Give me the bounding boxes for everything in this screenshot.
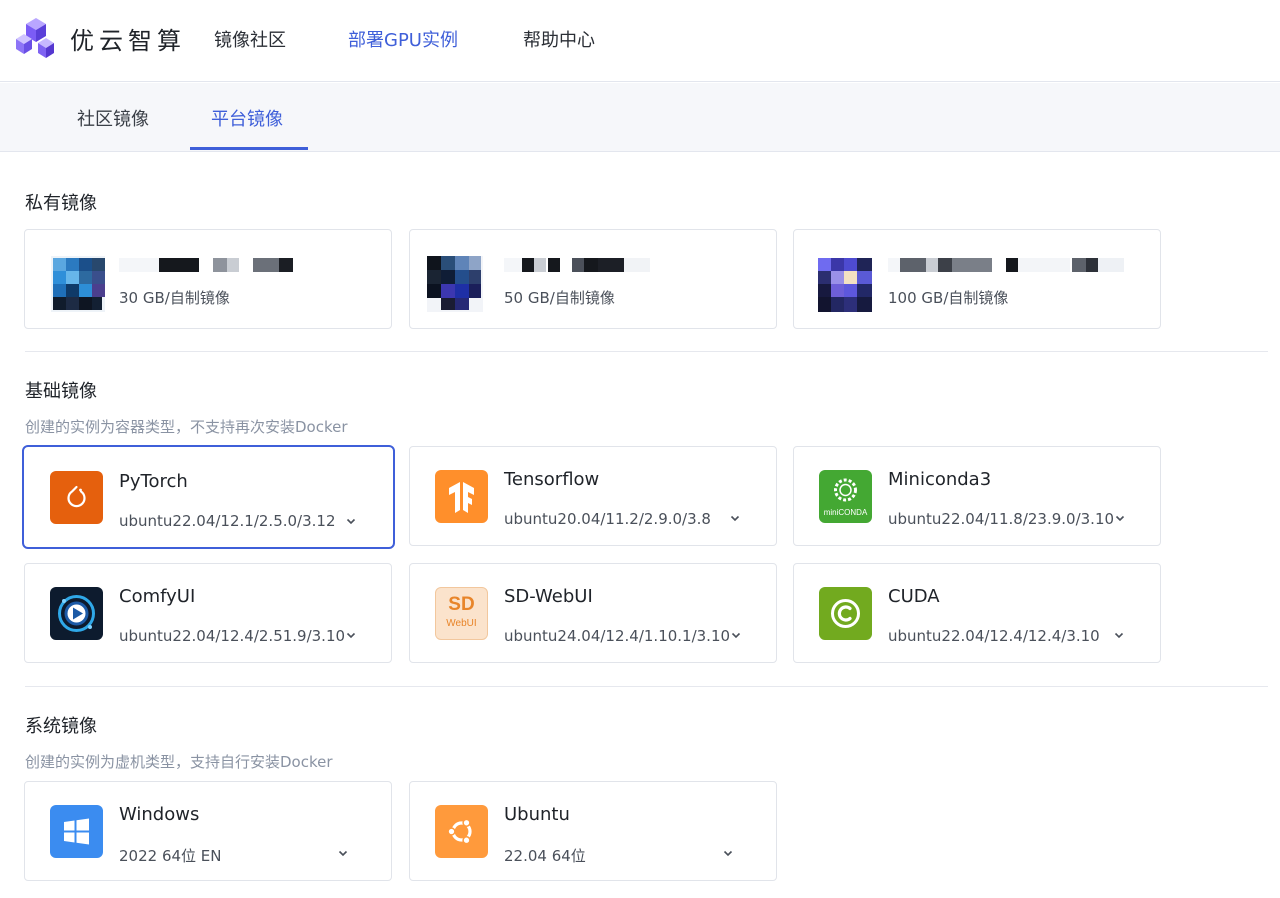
base-section-title: 基础镜像 xyxy=(25,381,97,402)
sd-badge-sub: WebUI xyxy=(446,618,477,629)
image-card-sd-webui[interactable]: SD WebUI SD-WebUI ubuntu24.04/12.4/1.10.… xyxy=(409,563,777,663)
image-version-select[interactable]: 2022 64位 EN xyxy=(119,845,222,866)
image-name: Tensorflow xyxy=(504,469,600,490)
image-version-select[interactable]: ubuntu22.04/11.8/23.9.0/3.10 xyxy=(888,510,1114,528)
image-name: ComfyUI xyxy=(119,586,196,607)
image-tabs: 社区镜像 平台镜像 xyxy=(0,83,1280,152)
section-divider xyxy=(25,686,1268,687)
miniconda-icon: miniCONDA xyxy=(819,470,872,523)
comfyui-icon xyxy=(50,587,103,640)
image-version-select[interactable]: 22.04 64位 xyxy=(504,845,586,866)
cuda-icon xyxy=(819,587,872,640)
image-name: SD-WebUI xyxy=(504,586,593,607)
chevron-down-icon[interactable] xyxy=(344,628,358,642)
section-divider xyxy=(25,351,1268,352)
chevron-down-icon[interactable] xyxy=(336,846,350,860)
private-image-card[interactable]: 100 GB/自制镜像 xyxy=(793,229,1161,329)
sd-badge-main: SD xyxy=(448,594,475,615)
redacted-image-name xyxy=(119,257,299,272)
chevron-down-icon[interactable] xyxy=(729,628,743,642)
base-section-description: 创建的实例为容器类型，不支持再次安装Docker xyxy=(25,418,348,436)
chevron-down-icon[interactable] xyxy=(721,846,735,860)
miniconda-badge-text: miniCONDA xyxy=(823,508,868,517)
private-image-size: 30 GB/自制镜像 xyxy=(119,289,230,307)
image-name: Miniconda3 xyxy=(888,469,992,490)
tensorflow-icon xyxy=(435,470,488,523)
private-image-card[interactable]: 50 GB/自制镜像 xyxy=(409,229,777,329)
ubuntu-icon xyxy=(435,805,488,858)
image-card-pytorch[interactable]: PyTorch ubuntu22.04/12.1/2.5.0/3.12 xyxy=(22,445,395,549)
private-image-size: 50 GB/自制镜像 xyxy=(504,289,615,307)
chevron-down-icon[interactable] xyxy=(728,511,742,525)
sd-webui-icon: SD WebUI xyxy=(435,587,488,640)
image-name: CUDA xyxy=(888,586,940,607)
image-card-tensorflow[interactable]: Tensorflow ubuntu20.04/11.2/2.9.0/3.8 xyxy=(409,446,777,546)
system-section-title: 系统镜像 xyxy=(25,716,97,737)
windows-icon xyxy=(50,805,103,858)
image-card-miniconda3[interactable]: miniCONDA Miniconda3 ubuntu22.04/11.8/23… xyxy=(793,446,1161,546)
top-navbar: 优云智算 镜像社区 部署GPU实例 帮助中心 xyxy=(0,0,1280,82)
redacted-image-name xyxy=(504,257,654,272)
private-image-thumbnail xyxy=(427,256,483,312)
chevron-down-icon[interactable] xyxy=(1113,511,1127,525)
private-image-thumbnail xyxy=(51,256,105,312)
redacted-image-name xyxy=(888,257,1128,272)
nav-mirror-community[interactable]: 镜像社区 xyxy=(214,26,286,52)
image-card-cuda[interactable]: CUDA ubuntu22.04/12.4/12.4/3.10 xyxy=(793,563,1161,663)
chevron-down-icon[interactable] xyxy=(344,514,358,528)
image-version-select[interactable]: ubuntu20.04/11.2/2.9.0/3.8 xyxy=(504,510,711,528)
image-card-windows[interactable]: Windows 2022 64位 EN xyxy=(24,781,392,881)
nav-deploy-gpu[interactable]: 部署GPU实例 xyxy=(348,26,458,52)
image-version-select[interactable]: ubuntu24.04/12.4/1.10.1/3.10 xyxy=(504,627,730,645)
image-version-select[interactable]: ubuntu22.04/12.1/2.5.0/3.12 xyxy=(119,512,336,530)
image-name: Windows xyxy=(119,804,200,825)
image-version-select[interactable]: ubuntu22.04/12.4/12.4/3.10 xyxy=(888,627,1100,645)
image-card-ubuntu[interactable]: Ubuntu 22.04 64位 xyxy=(409,781,777,881)
image-card-comfyui[interactable]: ComfyUI ubuntu22.04/12.4/2.51.9/3.10 xyxy=(24,563,392,663)
chevron-down-icon[interactable] xyxy=(1112,628,1126,642)
image-version-select[interactable]: ubuntu22.04/12.4/2.51.9/3.10 xyxy=(119,627,345,645)
private-image-size: 100 GB/自制镜像 xyxy=(888,289,1009,307)
tab-community-images[interactable]: 社区镜像 xyxy=(77,105,149,131)
tab-platform-images[interactable]: 平台镜像 xyxy=(211,105,283,131)
active-tab-indicator xyxy=(190,147,308,150)
brand-name[interactable]: 优云智算 xyxy=(70,21,186,56)
pytorch-icon xyxy=(50,471,103,524)
image-name: Ubuntu xyxy=(504,804,570,825)
private-image-card[interactable]: 30 GB/自制镜像 xyxy=(24,229,392,329)
private-section-title: 私有镜像 xyxy=(25,193,97,214)
private-image-thumbnail xyxy=(818,258,872,312)
cube-logo-icon[interactable] xyxy=(16,16,56,60)
image-name: PyTorch xyxy=(119,471,188,492)
system-section-description: 创建的实例为虚机类型，支持自行安装Docker xyxy=(25,753,333,771)
nav-help-center[interactable]: 帮助中心 xyxy=(523,26,595,52)
